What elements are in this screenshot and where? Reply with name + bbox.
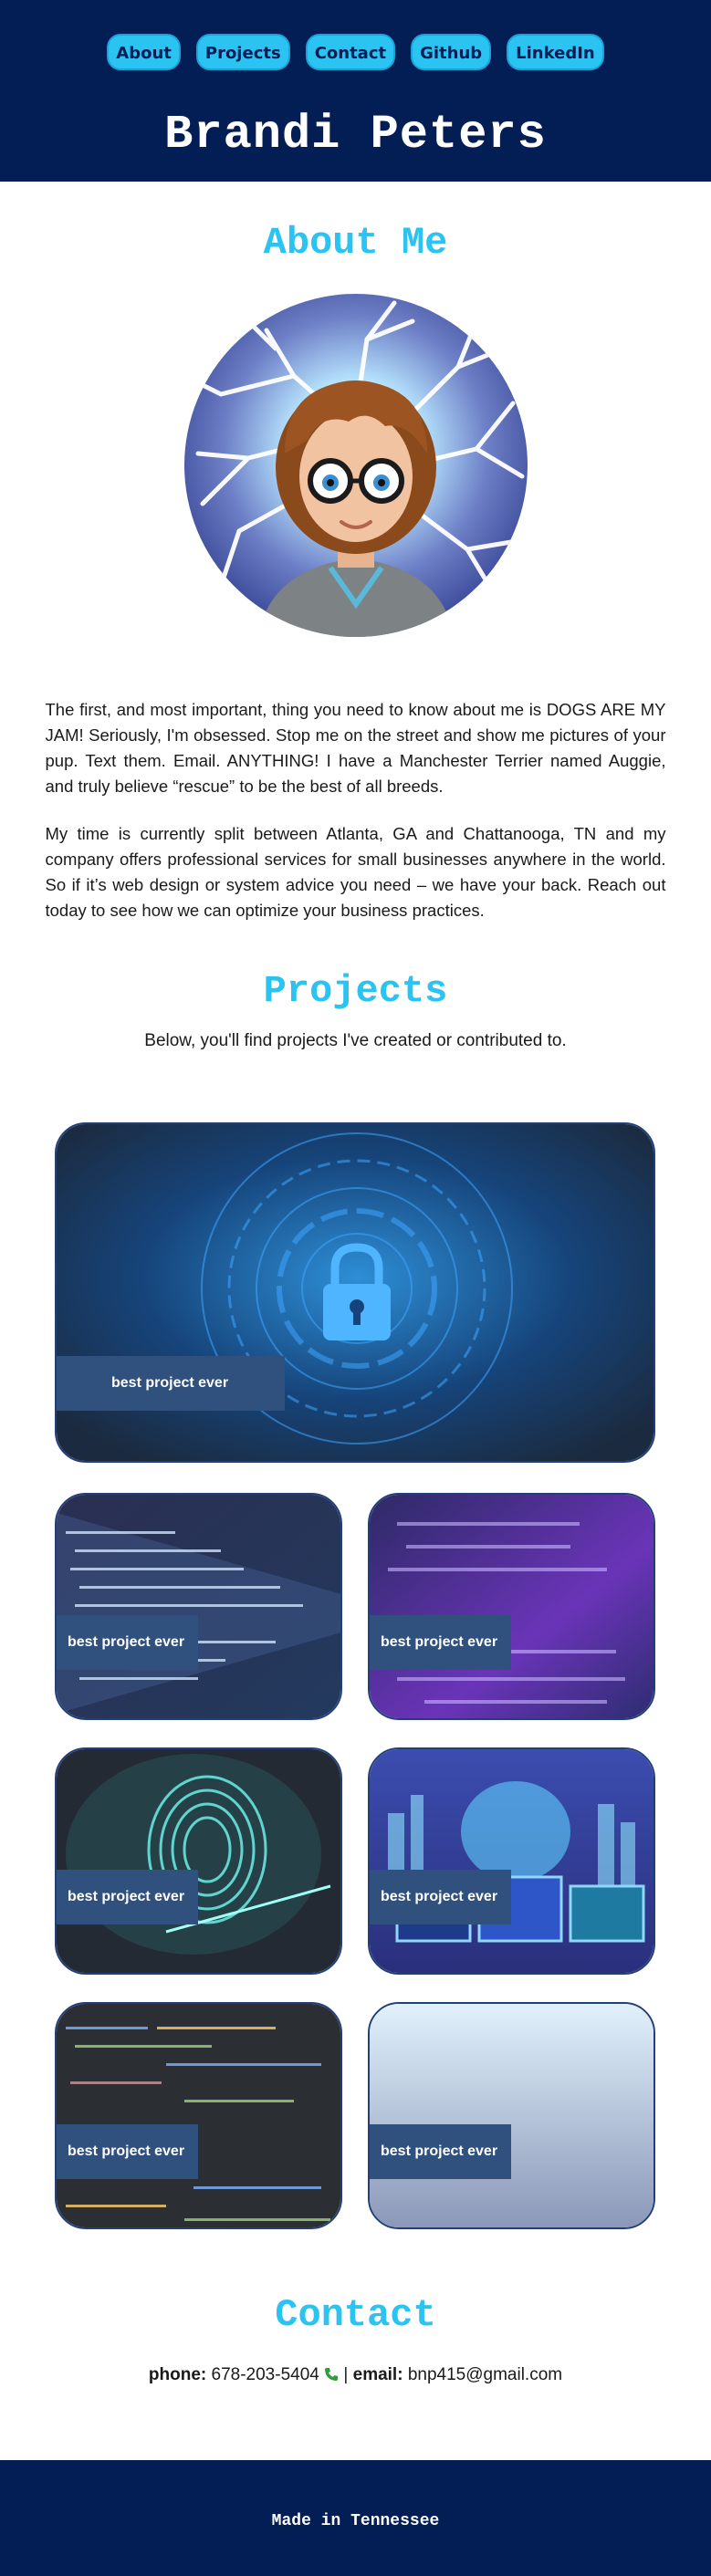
footer-text: Made in Tennessee bbox=[271, 2512, 440, 2530]
nav-about-button[interactable]: About bbox=[107, 34, 181, 70]
about-text: The first, and most important, thing you… bbox=[46, 697, 666, 923]
project-card[interactable]: best project ever bbox=[368, 1747, 655, 1975]
project-card[interactable]: best project ever bbox=[55, 1493, 342, 1720]
city-monitors-image bbox=[370, 1749, 653, 1973]
nav-linkedin-button[interactable]: LinkedIn bbox=[507, 34, 604, 70]
contact-info: phone: 678-203-5404 | email: bnp415@gmai… bbox=[0, 2365, 711, 2385]
project-card-label: best project ever bbox=[370, 2124, 511, 2179]
page: About Projects Contact Github LinkedIn B… bbox=[0, 0, 711, 2576]
site-title: Brandi Peters bbox=[164, 108, 547, 162]
project-card-label: best project ever bbox=[57, 2124, 198, 2179]
main-nav: About Projects Contact Github LinkedIn bbox=[0, 34, 711, 70]
phone-label: phone: bbox=[148, 2365, 207, 2384]
site-header: About Projects Contact Github LinkedIn B… bbox=[0, 0, 711, 182]
phone-icon bbox=[324, 2365, 343, 2384]
about-paragraph: My time is currently split between Atlan… bbox=[45, 824, 666, 920]
fingerprint-image bbox=[57, 1749, 340, 1973]
email-label: email: bbox=[352, 2365, 403, 2384]
projects-heading: Projects bbox=[263, 969, 448, 1013]
code-editor-image bbox=[57, 2004, 340, 2227]
project-card[interactable]: best project ever bbox=[55, 1747, 342, 1975]
site-footer: Made in Tennessee bbox=[0, 2460, 711, 2576]
project-card-label: best project ever bbox=[370, 1615, 511, 1670]
about-paragraph: The first, and most important, thing you… bbox=[45, 700, 666, 796]
avatar-illustration bbox=[183, 294, 528, 637]
project-card-label: best project ever bbox=[370, 1870, 511, 1924]
project-card-label: best project ever bbox=[57, 1870, 198, 1924]
nav-projects-button[interactable]: Projects bbox=[195, 34, 290, 70]
phone-number[interactable]: 678-203-5404 bbox=[212, 2365, 319, 2384]
lock-cyber-image bbox=[57, 1124, 653, 1461]
projects-intro: Below, you'll find projects I've created… bbox=[144, 1031, 567, 1050]
contact-separator: | bbox=[343, 2365, 349, 2384]
contact-heading: Contact bbox=[275, 2293, 436, 2337]
nav-github-button[interactable]: Github bbox=[411, 34, 492, 70]
project-card[interactable]: best project ever bbox=[368, 2002, 655, 2229]
about-heading: About Me bbox=[263, 221, 448, 265]
project-card-label: best project ever bbox=[57, 1615, 198, 1670]
avatar bbox=[183, 294, 528, 637]
project-card[interactable]: best project ever bbox=[55, 2002, 342, 2229]
project-card-featured[interactable]: best project ever bbox=[55, 1122, 655, 1463]
gradient-blank-image bbox=[370, 2004, 653, 2227]
purple-code-image bbox=[370, 1495, 653, 1718]
project-card[interactable]: best project ever bbox=[368, 1493, 655, 1720]
nav-contact-button[interactable]: Contact bbox=[305, 34, 396, 70]
project-card-label: best project ever bbox=[57, 1356, 285, 1411]
code-stream-image bbox=[57, 1495, 340, 1718]
email-address[interactable]: bnp415@gmail.com bbox=[408, 2365, 562, 2384]
